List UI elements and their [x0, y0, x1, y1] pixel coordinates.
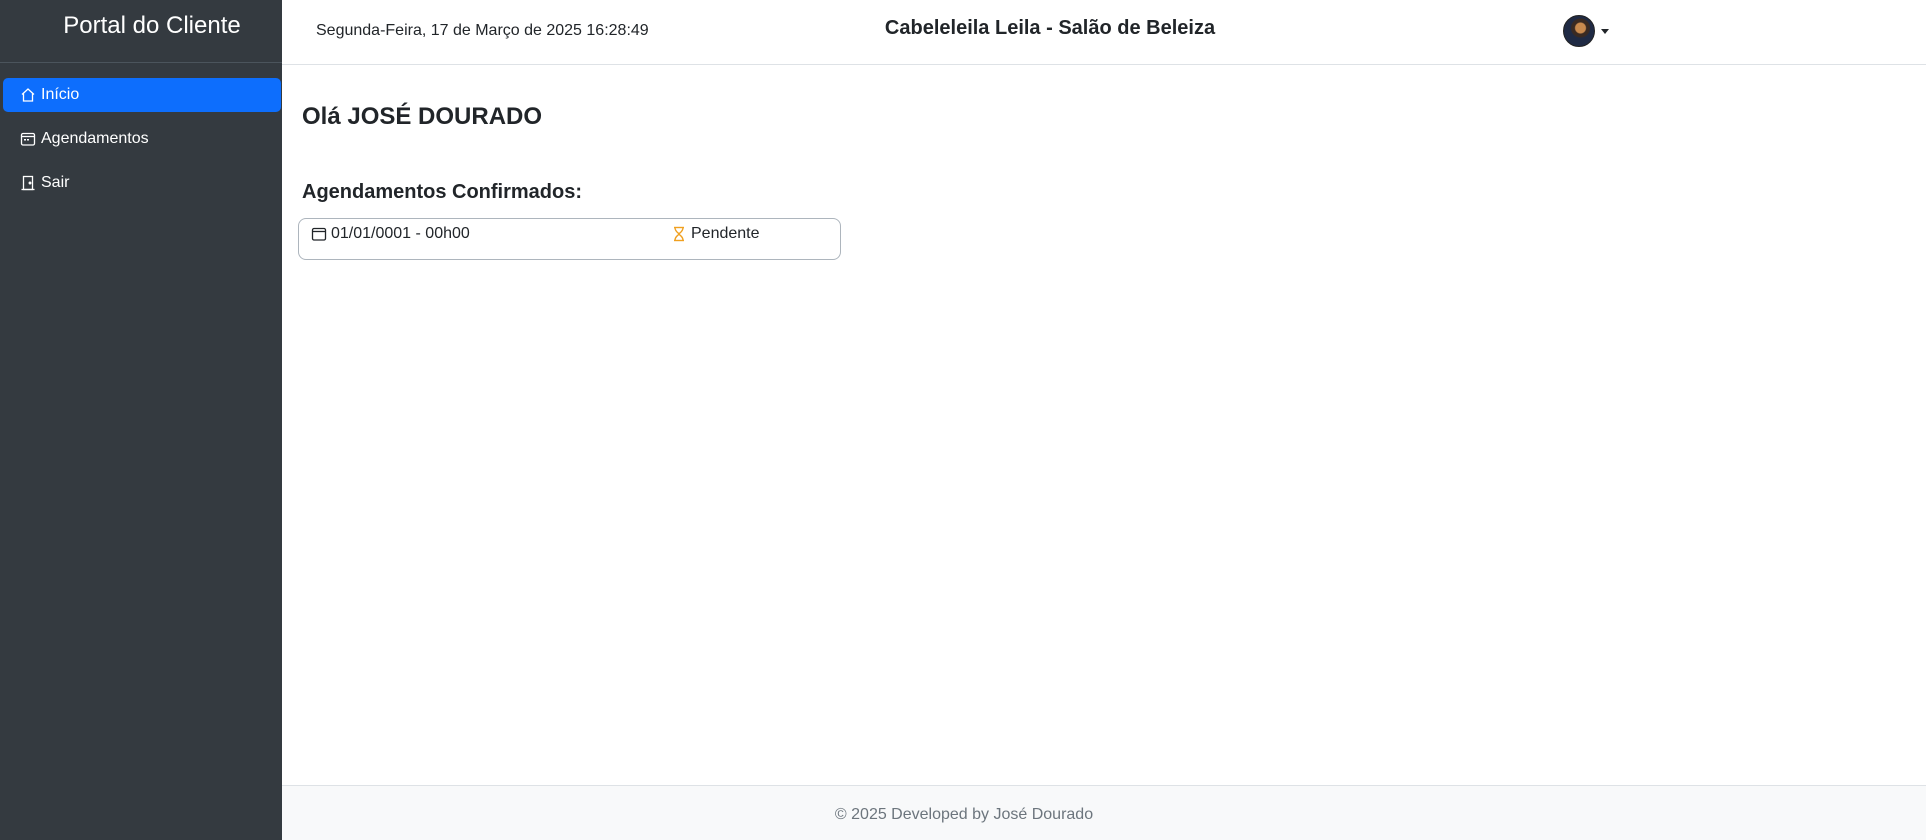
main-content: Olá JOSÉ DOURADO Agendamentos Confirmado…	[282, 65, 1926, 785]
sidebar-item-label: Agendamentos	[41, 130, 149, 147]
calendar-icon	[311, 227, 327, 241]
page-title: Olá JOSÉ DOURADO	[302, 103, 543, 130]
sidebar-item-label: Sair	[41, 174, 70, 191]
user-menu-toggle[interactable]	[1563, 15, 1609, 47]
house-icon	[18, 86, 37, 105]
appointment-datetime: 01/01/0001 - 00h00	[311, 225, 470, 243]
avatar[interactable]	[1563, 15, 1595, 47]
sidebar-item-label: Início	[41, 86, 80, 103]
appointment-status-text: Pendente	[691, 225, 760, 242]
hourglass-icon	[674, 226, 684, 242]
brand-title[interactable]: Portal do Cliente	[0, 0, 282, 63]
appointment-datetime-text: 01/01/0001 - 00h00	[331, 225, 470, 242]
sidebar-item-agendamentos[interactable]: Agendamentos	[3, 122, 281, 156]
sidebar-item-inicio[interactable]: Início	[3, 78, 281, 112]
caret-down-icon[interactable]	[1601, 28, 1609, 34]
footer: © 2025 Developed by José Dourado	[282, 785, 1926, 840]
footer-text: © 2025 Developed by José Dourado	[834, 806, 1094, 823]
sidebar-nav: Início Agendamentos Sair	[0, 63, 282, 200]
calendar-week-icon	[18, 130, 37, 149]
sidebar-item-sair[interactable]: Sair	[3, 166, 281, 200]
appointment-status: Pendente	[671, 225, 760, 243]
door-icon	[18, 174, 37, 193]
top-header: Segunda-Feira, 17 de Março de 2025 16:28…	[282, 0, 1926, 65]
section-title: Agendamentos Confirmados:	[302, 181, 583, 203]
appointment-card[interactable]: 01/01/0001 - 00h00 Pendente	[298, 218, 841, 260]
sidebar: Portal do Cliente Início Agendamentos Sa…	[0, 0, 282, 840]
